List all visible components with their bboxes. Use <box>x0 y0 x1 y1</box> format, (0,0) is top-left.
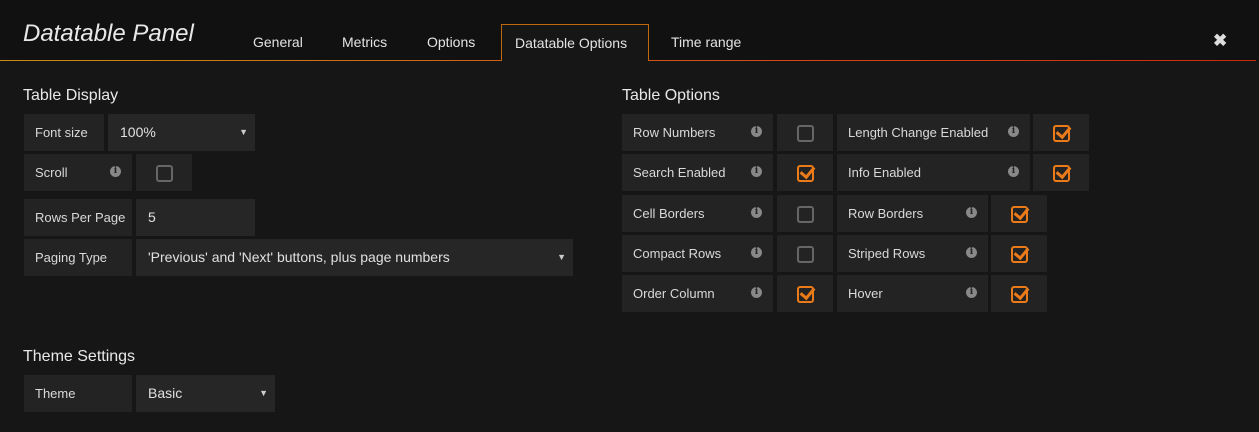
checkbox-checked-icon <box>1053 124 1070 142</box>
table-options-heading: Table Options <box>622 87 720 104</box>
checkbox-unchecked-icon <box>797 245 814 263</box>
option-label-text: Order Column <box>633 286 715 301</box>
row-numbers-label: Row Numbers i <box>622 114 773 151</box>
option-label-text: Search Enabled <box>633 165 726 180</box>
info-icon[interactable]: i <box>966 247 977 258</box>
paging-type-label: Paging Type <box>24 239 132 276</box>
checkbox-unchecked-icon <box>797 205 814 223</box>
close-icon[interactable]: ✖ <box>1213 31 1227 51</box>
chevron-down-icon: ▼ <box>259 388 268 398</box>
info-icon[interactable]: i <box>1008 126 1019 137</box>
order-column-label: Order Column i <box>622 275 773 312</box>
font-size-select[interactable]: 100% ▼ <box>108 114 255 151</box>
checkbox-checked-icon <box>1011 285 1028 303</box>
info-icon[interactable]: i <box>751 166 762 177</box>
info-icon[interactable]: i <box>751 247 762 258</box>
panel-title: Datatable Panel <box>23 20 194 47</box>
chevron-down-icon: ▼ <box>239 127 248 137</box>
tab-time-range[interactable]: Time range <box>658 24 754 61</box>
option-label-text: Hover <box>848 286 883 301</box>
row-borders-checkbox[interactable] <box>991 195 1047 232</box>
option-label-text: Row Borders <box>848 206 924 221</box>
tab-options[interactable]: Options <box>414 24 488 61</box>
theme-label: Theme <box>24 375 132 412</box>
option-label-text: Striped Rows <box>848 246 926 261</box>
striped-rows-label: Striped Rows i <box>837 235 988 272</box>
checkbox-checked-icon <box>1053 164 1070 182</box>
cell-borders-label: Cell Borders i <box>622 195 773 232</box>
hover-label: Hover i <box>837 275 988 312</box>
checkbox-checked-icon <box>797 285 814 303</box>
compact-rows-checkbox[interactable] <box>777 235 833 272</box>
tab-datatable-options[interactable]: Datatable Options <box>501 24 649 61</box>
checkbox-checked-icon <box>1011 245 1028 263</box>
checkbox-unchecked-icon <box>156 164 173 182</box>
info-icon[interactable]: i <box>751 207 762 218</box>
option-label-text: Info Enabled <box>848 165 922 180</box>
checkbox-checked-icon <box>1011 205 1028 223</box>
scroll-label-text: Scroll <box>35 165 68 180</box>
search-enabled-checkbox[interactable] <box>777 154 833 191</box>
table-display-heading: Table Display <box>23 87 119 104</box>
scroll-label: Scroll i <box>24 154 132 191</box>
scroll-checkbox[interactable] <box>136 154 192 191</box>
rows-per-page-label: Rows Per Page <box>24 199 132 236</box>
checkbox-checked-icon <box>797 164 814 182</box>
option-label-text: Length Change Enabled <box>848 125 989 140</box>
search-enabled-label: Search Enabled i <box>622 154 773 191</box>
option-label-text: Compact Rows <box>633 246 722 261</box>
hover-checkbox[interactable] <box>991 275 1047 312</box>
option-label-text: Cell Borders <box>633 206 705 221</box>
info-enabled-checkbox[interactable] <box>1033 154 1089 191</box>
row-borders-label: Row Borders i <box>837 195 988 232</box>
theme-settings-heading: Theme Settings <box>23 348 136 365</box>
length-change-enabled-label: Length Change Enabled i <box>837 114 1030 151</box>
tab-general[interactable]: General <box>240 24 316 61</box>
font-size-label: Font size <box>24 114 104 151</box>
length-change-enabled-checkbox[interactable] <box>1033 114 1089 151</box>
striped-rows-checkbox[interactable] <box>991 235 1047 272</box>
chevron-down-icon: ▼ <box>557 252 566 262</box>
rows-per-page-input[interactable]: 5 <box>136 199 255 236</box>
compact-rows-label: Compact Rows i <box>622 235 773 272</box>
checkbox-unchecked-icon <box>797 124 814 142</box>
info-icon[interactable]: i <box>1008 166 1019 177</box>
theme-select[interactable]: Basic ▼ <box>136 375 275 412</box>
info-icon[interactable]: i <box>966 207 977 218</box>
paging-type-value: 'Previous' and 'Next' buttons, plus page… <box>148 249 450 265</box>
order-column-checkbox[interactable] <box>777 275 833 312</box>
row-numbers-checkbox[interactable] <box>777 114 833 151</box>
info-icon[interactable]: i <box>751 126 762 137</box>
info-icon[interactable]: i <box>110 166 121 177</box>
info-icon[interactable]: i <box>966 287 977 298</box>
paging-type-select[interactable]: 'Previous' and 'Next' buttons, plus page… <box>136 239 573 276</box>
tab-metrics[interactable]: Metrics <box>329 24 400 61</box>
theme-value: Basic <box>148 385 183 401</box>
font-size-value: 100% <box>120 124 156 140</box>
cell-borders-checkbox[interactable] <box>777 195 833 232</box>
info-icon[interactable]: i <box>751 287 762 298</box>
info-enabled-label: Info Enabled i <box>837 154 1030 191</box>
option-label-text: Row Numbers <box>633 125 716 140</box>
